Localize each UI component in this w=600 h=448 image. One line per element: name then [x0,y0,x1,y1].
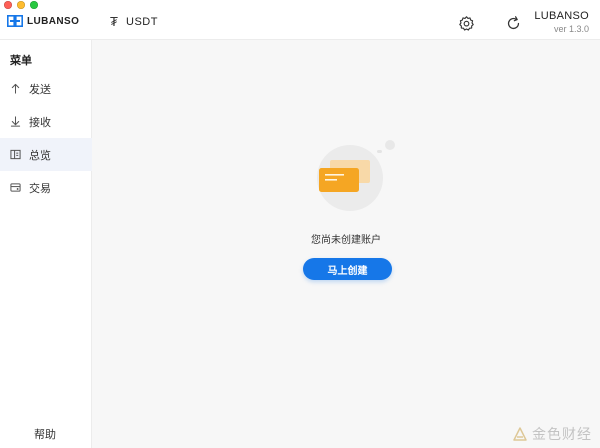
sidebar-item-label: 发送 [29,83,51,96]
transaction-icon [10,183,21,192]
window-controls [4,1,38,9]
create-account-button[interactable]: 马上创建 [303,258,392,280]
sidebar-item-send[interactable]: 发送 [0,72,92,105]
window-zoom-button[interactable] [30,1,38,9]
currency-selector[interactable]: ₮ USDT [108,14,158,29]
download-arrow-icon [10,116,21,127]
empty-wallet-illustration [317,140,395,211]
refresh-icon[interactable] [505,15,522,32]
app-header: LUBANSO ₮ USDT LUBANSO ver 1.3.0 [0,0,600,40]
overview-icon [10,149,21,160]
main-content: 您尚未创建账户 马上创建 金色财经 [92,40,600,448]
sidebar-item-label: 总览 [29,149,51,162]
app-version: ver 1.3.0 [553,24,589,34]
currency-label: USDT [126,15,158,28]
sidebar-item-transactions[interactable]: 交易 [0,171,92,204]
logo-text: LUBANSO [27,15,80,27]
upload-arrow-icon [11,83,20,94]
sidebar-item-label: 接收 [29,116,51,129]
empty-state-message: 您尚未创建账户 [311,235,381,246]
sidebar-item-label: 交易 [29,182,51,195]
sidebar-item-overview[interactable]: 总览 [0,138,92,171]
logo-icon [7,15,23,27]
window-minimize-button[interactable] [17,1,25,9]
watermark: 金色财经 [512,424,592,444]
sidebar: 菜单 发送 接收 总览 交易 帮助 [0,40,92,448]
menu-title: 菜单 [10,55,32,67]
watermark-logo-icon [513,427,527,441]
help-link[interactable]: 帮助 [34,426,56,442]
watermark-text: 金色财经 [532,426,592,442]
tether-icon: ₮ [110,14,118,29]
settings-icon[interactable] [458,15,475,32]
window-close-button[interactable] [4,1,12,9]
app-info: LUBANSO ver 1.3.0 [534,10,589,35]
sidebar-item-receive[interactable]: 接收 [0,105,92,138]
app-name: LUBANSO [534,10,589,22]
app-logo: LUBANSO [7,15,79,27]
